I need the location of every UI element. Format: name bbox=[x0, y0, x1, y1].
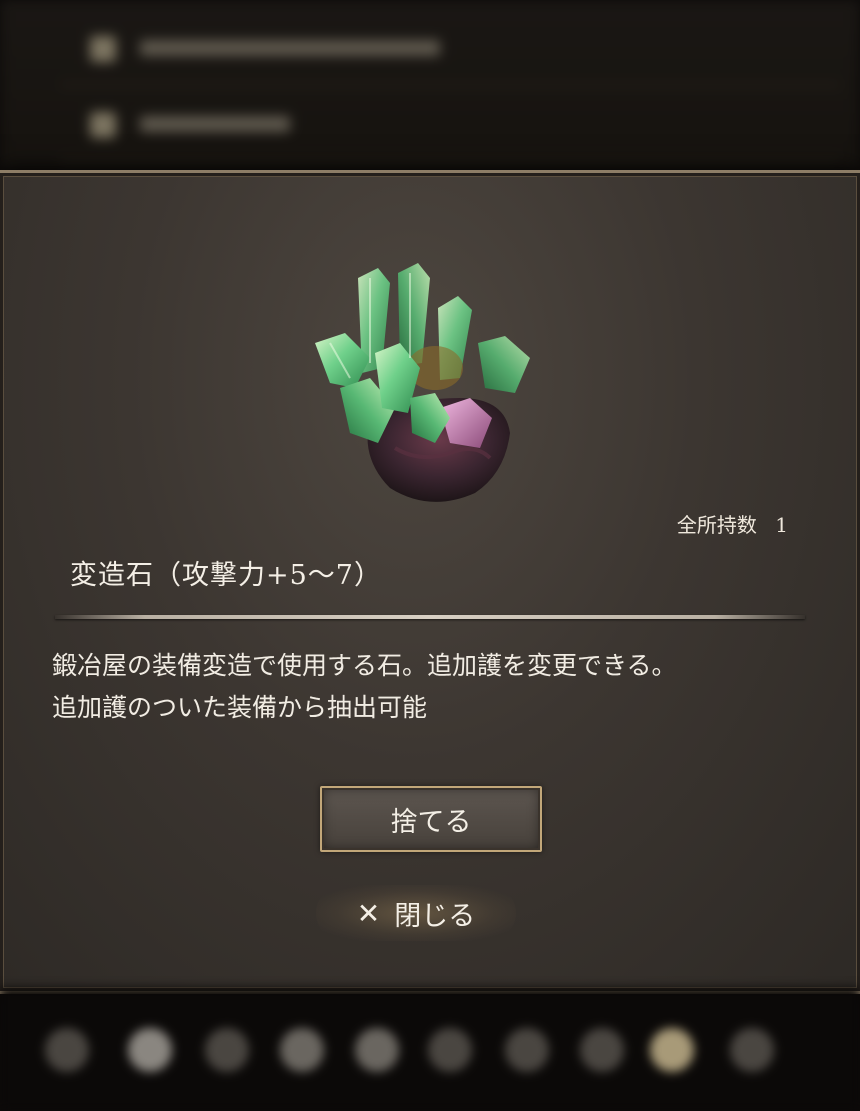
background-bottom-icon bbox=[428, 1028, 472, 1072]
background-item-list bbox=[0, 0, 860, 170]
close-button-label: 閉じる bbox=[394, 900, 476, 932]
background-row-text bbox=[140, 116, 290, 132]
divider bbox=[55, 615, 805, 619]
background-bottom-icon bbox=[128, 1028, 172, 1072]
background-bottom-icon bbox=[280, 1028, 324, 1072]
close-button[interactable]: ✕ 閉じる bbox=[316, 885, 516, 941]
background-list-row bbox=[60, 14, 840, 86]
background-bottom-icon bbox=[45, 1028, 89, 1072]
description-line: 追加護のついた装備から抽出可能 bbox=[52, 693, 428, 722]
background-bottom-icon bbox=[505, 1028, 549, 1072]
owned-count: 全所持数 1 bbox=[677, 509, 788, 538]
background-row-text bbox=[140, 40, 440, 56]
background-bottom-icon bbox=[650, 1028, 694, 1072]
background-bottom-icon bbox=[355, 1028, 399, 1072]
background-list-row bbox=[60, 90, 840, 162]
background-bottom-icon bbox=[580, 1028, 624, 1072]
background-bottom-icon bbox=[730, 1028, 774, 1072]
green-crystal-cluster-icon bbox=[300, 248, 540, 518]
item-detail-dialog: 全所持数 1 変造石（攻撃力+5～7） 鍛冶屋の装備変造で使用する石。追加護を変… bbox=[0, 170, 860, 994]
background-bottom-bar bbox=[0, 988, 860, 1111]
item-description: 鍛冶屋の装備変造で使用する石。追加護を変更できる。 追加護のついた装備から抽出可… bbox=[52, 645, 822, 729]
description-line: 鍛冶屋の装備変造で使用する石。追加護を変更できる。 bbox=[52, 651, 677, 680]
close-icon: ✕ bbox=[356, 896, 381, 930]
discard-button[interactable]: 捨てる bbox=[320, 786, 542, 852]
game-screen: 全所持数 1 変造石（攻撃力+5～7） 鍛冶屋の装備変造で使用する石。追加護を変… bbox=[0, 0, 860, 1111]
owned-count-value: 1 bbox=[775, 513, 788, 537]
background-bottom-icon bbox=[205, 1028, 249, 1072]
background-row-icon bbox=[90, 112, 116, 138]
item-name: 変造石（攻撃力+5～7） bbox=[70, 560, 382, 591]
owned-count-label: 全所持数 bbox=[676, 513, 757, 537]
background-row-icon bbox=[90, 36, 116, 62]
